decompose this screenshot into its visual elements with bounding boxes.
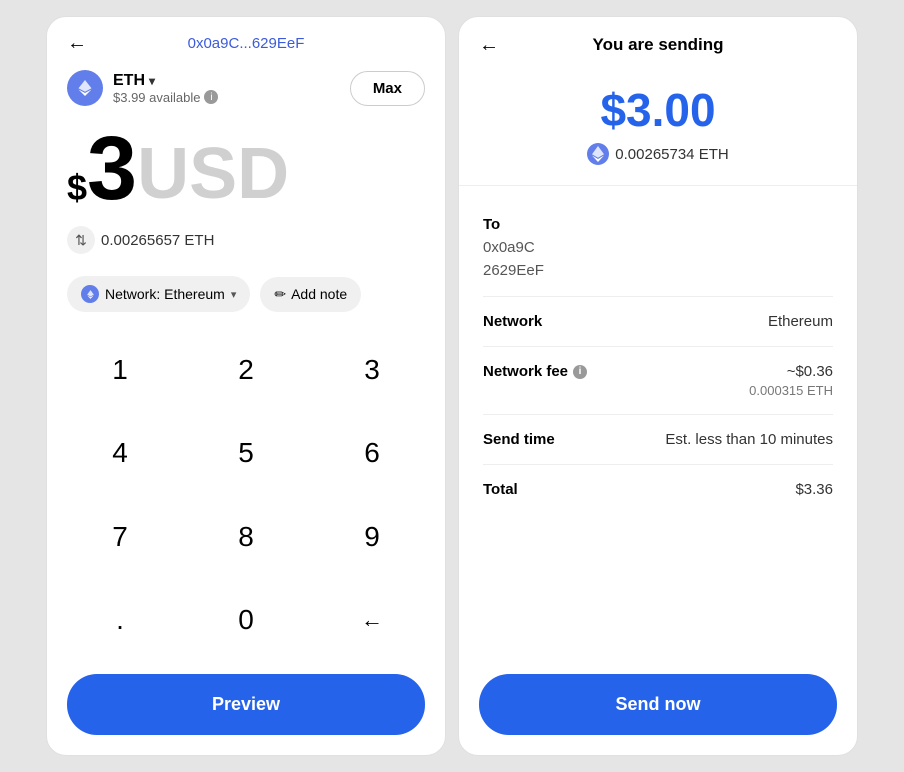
currency-label: USD — [137, 138, 289, 214]
send-usd-amount: $3.00 — [600, 83, 715, 137]
token-dropdown-icon: ▾ — [149, 74, 155, 88]
token-name[interactable]: ETH ▾ — [113, 72, 218, 90]
key-4[interactable]: 4 — [57, 412, 183, 496]
send-eth-row: 0.00265734 ETH — [587, 143, 728, 165]
key-5[interactable]: 5 — [183, 412, 309, 496]
action-row: Network: Ethereum ▾ ✏ Add note — [47, 270, 445, 328]
send-time-label: Send time — [483, 431, 555, 448]
left-back-button[interactable]: ← — [67, 32, 87, 55]
to-label: To — [483, 216, 833, 233]
key-backspace[interactable]: ← — [309, 579, 435, 663]
fee-detail: Network fee i ~$0.36 0.000315 ETH — [483, 347, 833, 415]
key-6[interactable]: 6 — [309, 412, 435, 496]
network-eth-icon — [81, 285, 99, 303]
send-time-detail: Send time Est. less than 10 minutes — [483, 415, 833, 465]
token-row: ETH ▾ $3.99 available i Max — [47, 62, 445, 114]
key-2[interactable]: 2 — [183, 328, 309, 412]
right-back-button[interactable]: ← — [479, 34, 499, 57]
send-now-button[interactable]: Send now — [479, 674, 837, 735]
eth-equivalent-row: ⇅ 0.00265657 ETH — [47, 220, 445, 270]
left-header: ← 0x0a9C...629EeF — [47, 17, 445, 62]
add-note-label: Add note — [291, 286, 347, 302]
eth-token-icon — [67, 70, 103, 106]
fee-info-icon[interactable]: i — [573, 365, 587, 379]
send-amount-section: $3.00 0.00265734 ETH — [459, 69, 857, 186]
send-panel-left: ← 0x0a9C...629EeF ETH ▾ $3. — [46, 16, 446, 756]
total-value: $3.36 — [795, 481, 833, 498]
key-1[interactable]: 1 — [57, 328, 183, 412]
pencil-icon: ✏ — [274, 286, 286, 303]
key-dot[interactable]: . — [57, 579, 183, 663]
dollar-sign: $ — [67, 170, 87, 214]
to-detail: To 0x0a9C 2629EeF — [483, 202, 833, 297]
total-label: Total — [483, 481, 518, 498]
network-detail-value: Ethereum — [768, 313, 833, 330]
eth-equiv-text: 0.00265657 ETH — [101, 232, 214, 249]
network-chevron-icon: ▾ — [231, 288, 237, 301]
right-header: ← You are sending — [459, 17, 857, 69]
amount-display: $ 3 USD — [47, 114, 445, 220]
send-panel-right: ← You are sending $3.00 0.00265734 ETH T… — [458, 16, 858, 756]
key-3[interactable]: 3 — [309, 328, 435, 412]
details-section: To 0x0a9C 2629EeF Network Ethereum Netwo… — [459, 186, 857, 662]
send-eth-amount: 0.00265734 ETH — [615, 146, 728, 163]
send-eth-icon — [587, 143, 609, 165]
swap-icon[interactable]: ⇅ — [67, 226, 95, 254]
wallet-address[interactable]: 0x0a9C...629EeF — [188, 35, 305, 52]
amount-value: 3 — [87, 124, 137, 214]
key-0[interactable]: 0 — [183, 579, 309, 663]
preview-button[interactable]: Preview — [67, 674, 425, 735]
key-7[interactable]: 7 — [57, 495, 183, 579]
fee-detail-label: Network fee i — [483, 363, 587, 380]
token-balance: $3.99 available i — [113, 90, 218, 105]
right-header-title: You are sending — [593, 35, 724, 55]
total-detail: Total $3.36 — [483, 465, 833, 514]
send-time-value: Est. less than 10 minutes — [665, 431, 833, 448]
token-info: ETH ▾ $3.99 available i — [67, 70, 218, 106]
fee-detail-values: ~$0.36 0.000315 ETH — [749, 363, 833, 398]
network-label: Network: Ethereum — [105, 286, 225, 302]
key-9[interactable]: 9 — [309, 495, 435, 579]
fee-usd-value: ~$0.36 — [749, 363, 833, 380]
network-button[interactable]: Network: Ethereum ▾ — [67, 276, 250, 312]
key-8[interactable]: 8 — [183, 495, 309, 579]
add-note-button[interactable]: ✏ Add note — [260, 277, 361, 312]
numpad: 1 2 3 4 5 6 7 8 9 . 0 ← — [47, 328, 445, 662]
network-detail-label: Network — [483, 313, 542, 330]
balance-info-icon[interactable]: i — [204, 90, 218, 104]
fee-eth-value: 0.000315 ETH — [749, 383, 833, 398]
token-text: ETH ▾ $3.99 available i — [113, 72, 218, 105]
network-detail: Network Ethereum — [483, 297, 833, 347]
to-address: 0x0a9C 2629EeF — [483, 237, 833, 282]
max-button[interactable]: Max — [350, 71, 425, 106]
